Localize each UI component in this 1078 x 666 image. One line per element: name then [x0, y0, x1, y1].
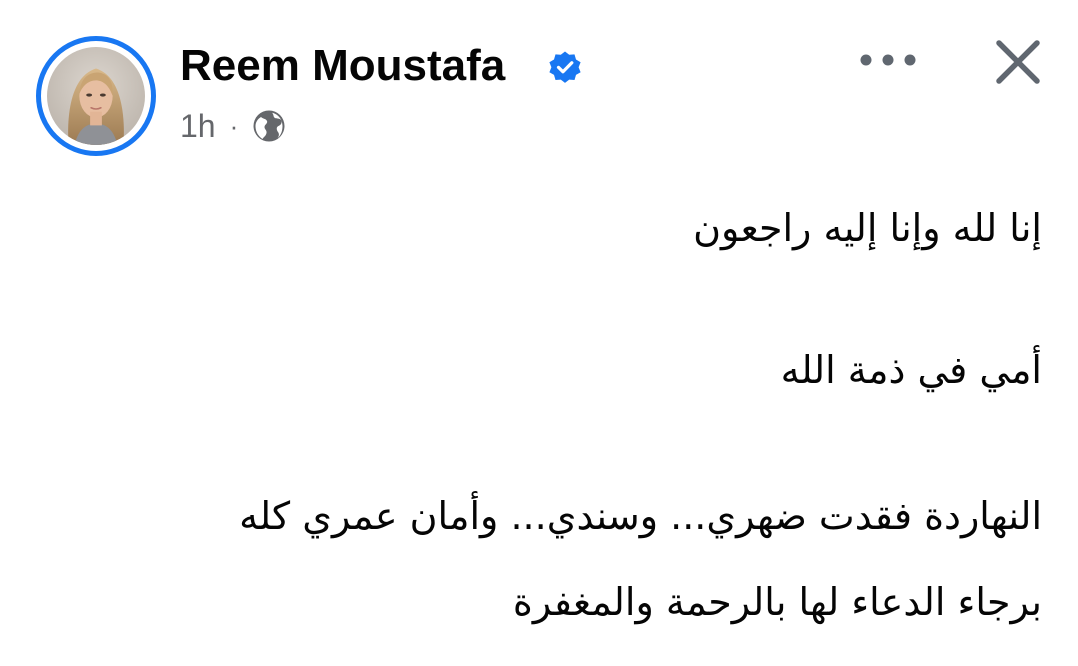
post-timestamp[interactable]: 1h — [180, 104, 216, 148]
meta-separator: · — [229, 111, 239, 141]
more-options-button[interactable] — [856, 40, 920, 80]
post-line-4: برجاء الدعاء لها بالرحمة والمغفرة — [512, 580, 1042, 624]
post-line-1: إنا لله وإنا إليه راجعون — [693, 206, 1042, 250]
close-icon — [996, 40, 1040, 84]
close-button[interactable] — [986, 30, 1050, 94]
avatar — [47, 47, 145, 145]
post-meta: 1h · — [180, 104, 286, 148]
author-name[interactable]: Reem Moustafa — [180, 38, 505, 94]
verified-badge-icon — [549, 51, 581, 83]
globe-icon[interactable] — [252, 109, 286, 143]
more-dots-icon — [860, 54, 916, 66]
avatar-ring[interactable] — [36, 36, 156, 156]
post-line-2: أمي في ذمة الله — [780, 348, 1042, 392]
post-line-3: النهاردة فقدت ضهري... وسندي... وأمان عمر… — [239, 494, 1042, 538]
